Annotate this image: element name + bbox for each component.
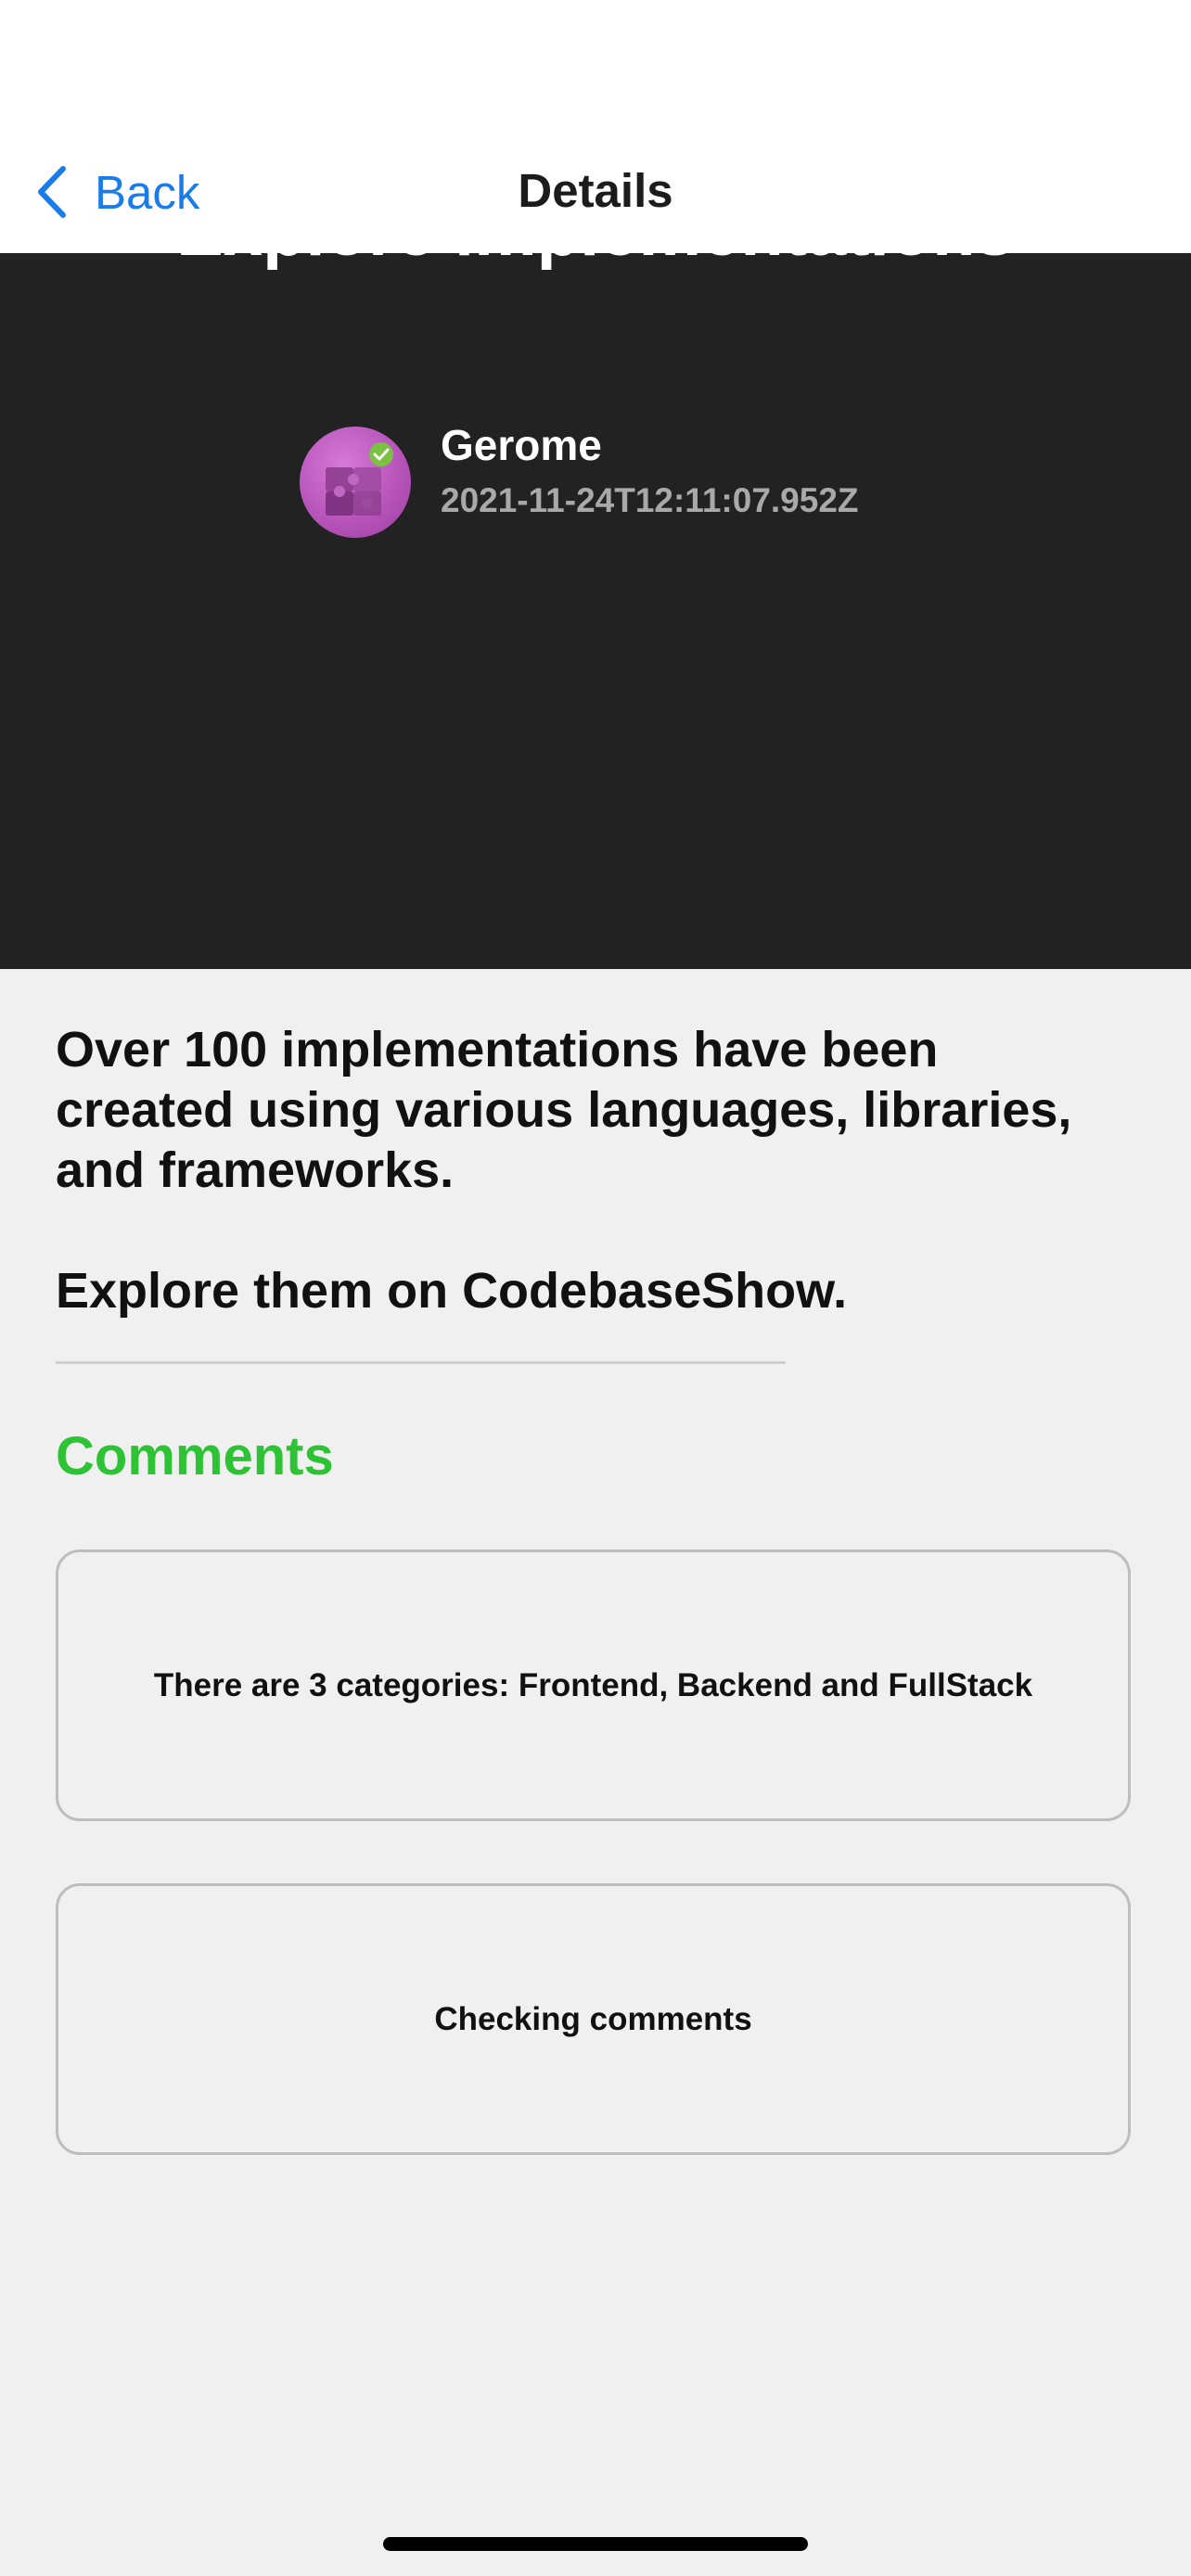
navigation-bar: Back Details [0, 0, 1191, 253]
author-name[interactable]: Gerome [441, 422, 602, 469]
comment-card[interactable]: Checking comments [56, 1883, 1131, 2155]
comment-card[interactable]: There are 3 categories: Frontend, Backen… [56, 1549, 1131, 1821]
home-indicator[interactable] [383, 2537, 808, 2551]
comment-text: There are 3 categories: Frontend, Backen… [153, 1666, 1033, 1703]
comments-heading: Comments [56, 1426, 334, 1486]
article-body: Over 100 implementations have been creat… [56, 1020, 1132, 1321]
avatar[interactable] [300, 427, 411, 538]
comment-text: Checking comments [434, 2000, 752, 2037]
article-details-screen: Explore implementations Gerome 2021-11-2… [0, 0, 1191, 2576]
page-title: Details [518, 164, 673, 217]
divider [56, 1361, 786, 1364]
article-date: 2021-11-24T12:11:07.952Z [441, 481, 859, 519]
article-paragraph: Explore them on CodebaseShow. [56, 1263, 848, 1319]
article-paragraph: Over 100 implementations have been creat… [56, 1022, 1072, 1198]
author-info: Gerome 2021-11-24T12:11:07.952Z [300, 422, 949, 542]
puzzle-icon [326, 442, 393, 516]
